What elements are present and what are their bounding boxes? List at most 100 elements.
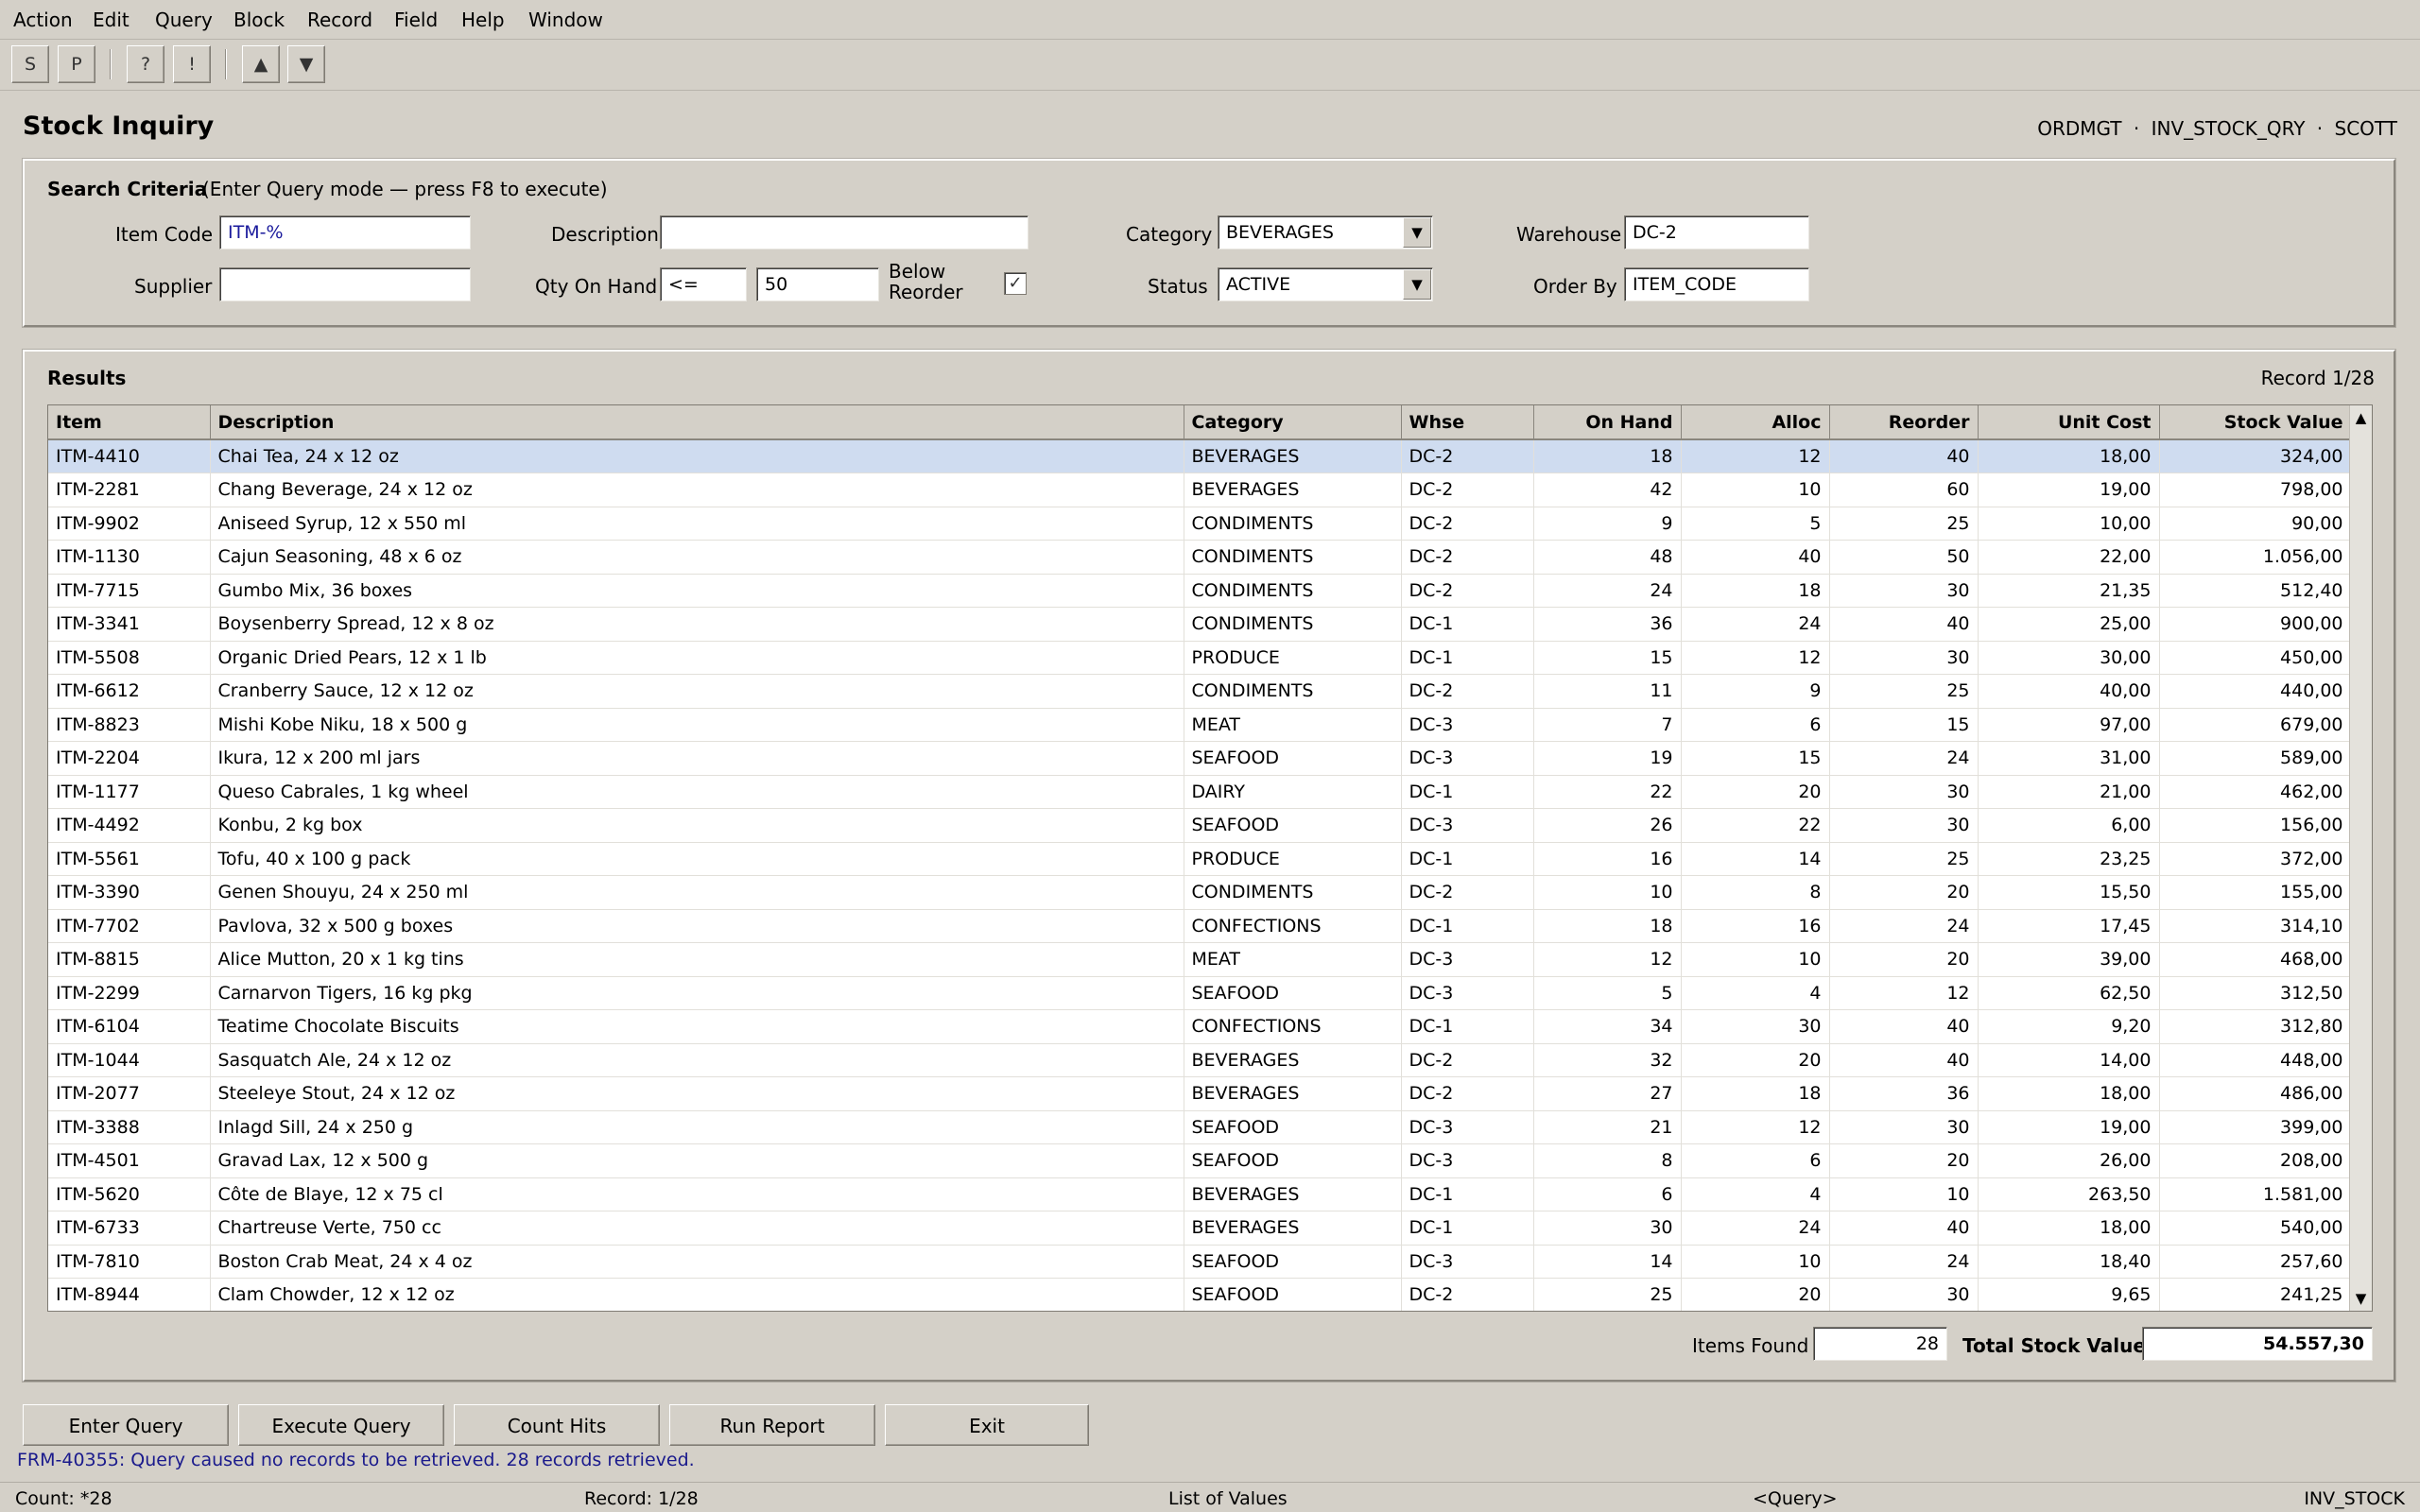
- column-header-stock-value[interactable]: Stock Value: [2159, 405, 2352, 440]
- cell-reorder[interactable]: 36: [1829, 1076, 1979, 1111]
- cell-category[interactable]: DAIRY: [1184, 775, 1402, 809]
- cell-on-hand[interactable]: 26: [1533, 808, 1682, 843]
- cell-whse[interactable]: DC-2: [1401, 1043, 1534, 1077]
- cell-category[interactable]: BEVERAGES: [1184, 1177, 1402, 1211]
- cell-description[interactable]: Pavlova, 32 x 500 g boxes: [210, 909, 1184, 943]
- cell-stock-value[interactable]: 486,00: [2159, 1076, 2352, 1111]
- cell-stock-value[interactable]: 440,00: [2159, 674, 2352, 709]
- menu-help[interactable]: Help: [461, 9, 505, 31]
- table-row[interactable]: ITM-4410 Chai Tea, 24 x 12 oz BEVERAGES DC-…: [48, 439, 2352, 473]
- cell-whse[interactable]: DC-2: [1401, 507, 1534, 541]
- cell-whse[interactable]: DC-1: [1401, 607, 1534, 642]
- cell-unit-cost[interactable]: 62,50: [1978, 976, 2160, 1010]
- cell-category[interactable]: CONDIMENTS: [1184, 607, 1402, 642]
- cell-reorder[interactable]: 30: [1829, 1278, 1979, 1311]
- category-select[interactable]: BEVERAGES ▼: [1218, 215, 1433, 249]
- cell-description[interactable]: Carnarvon Tigers, 16 kg pkg: [210, 976, 1184, 1010]
- cell-whse[interactable]: DC-3: [1401, 942, 1534, 977]
- enter-query-button[interactable]: Enter Query: [23, 1404, 229, 1446]
- cell-description[interactable]: Clam Chowder, 12 x 12 oz: [210, 1278, 1184, 1311]
- cell-stock-value[interactable]: 448,00: [2159, 1043, 2352, 1077]
- cell-alloc[interactable]: 20: [1681, 1043, 1830, 1077]
- cell-item[interactable]: ITM-6104: [48, 1009, 211, 1044]
- cell-on-hand[interactable]: 7: [1533, 708, 1682, 742]
- cell-whse[interactable]: DC-3: [1401, 741, 1534, 776]
- cell-stock-value[interactable]: 241,25: [2159, 1278, 2352, 1311]
- cell-whse[interactable]: DC-2: [1401, 540, 1534, 575]
- menu-edit[interactable]: Edit: [93, 9, 130, 31]
- cell-unit-cost[interactable]: 39,00: [1978, 942, 2160, 977]
- cell-on-hand[interactable]: 14: [1533, 1245, 1682, 1279]
- cell-description[interactable]: Organic Dried Pears, 12 x 1 lb: [210, 641, 1184, 675]
- cell-category[interactable]: CONDIMENTS: [1184, 875, 1402, 910]
- cell-unit-cost[interactable]: 18,00: [1978, 439, 2160, 473]
- cell-alloc[interactable]: 16: [1681, 909, 1830, 943]
- cell-description[interactable]: Queso Cabrales, 1 kg wheel: [210, 775, 1184, 809]
- cell-reorder[interactable]: 24: [1829, 909, 1979, 943]
- cell-alloc[interactable]: 18: [1681, 1076, 1830, 1111]
- cell-unit-cost[interactable]: 17,45: [1978, 909, 2160, 943]
- save-button[interactable]: S: [11, 45, 49, 83]
- cell-unit-cost[interactable]: 30,00: [1978, 641, 2160, 675]
- cell-on-hand[interactable]: 5: [1533, 976, 1682, 1010]
- table-row[interactable]: ITM-6104 Teatime Chocolate Biscuits CONFEC…: [48, 1009, 2352, 1044]
- cell-reorder[interactable]: 25: [1829, 674, 1979, 709]
- cell-unit-cost[interactable]: 263,50: [1978, 1177, 2160, 1211]
- cell-description[interactable]: Inlagd Sill, 24 x 250 g: [210, 1110, 1184, 1144]
- table-row[interactable]: ITM-7715 Gumbo Mix, 36 boxes CONDIMENTS DC-…: [48, 574, 2352, 608]
- cell-reorder[interactable]: 24: [1829, 1245, 1979, 1279]
- cell-on-hand[interactable]: 15: [1533, 641, 1682, 675]
- cell-item[interactable]: ITM-7715: [48, 574, 211, 608]
- cell-reorder[interactable]: 25: [1829, 507, 1979, 541]
- cell-stock-value[interactable]: 324,00: [2159, 439, 2352, 473]
- cell-on-hand[interactable]: 18: [1533, 909, 1682, 943]
- cell-description[interactable]: Boston Crab Meat, 24 x 4 oz: [210, 1245, 1184, 1279]
- cell-stock-value[interactable]: 450,00: [2159, 641, 2352, 675]
- cell-item[interactable]: ITM-7702: [48, 909, 211, 943]
- cell-description[interactable]: Teatime Chocolate Biscuits: [210, 1009, 1184, 1044]
- cell-item[interactable]: ITM-1130: [48, 540, 211, 575]
- menu-record[interactable]: Record: [307, 9, 372, 31]
- cell-unit-cost[interactable]: 25,00: [1978, 607, 2160, 642]
- cell-description[interactable]: Boysenberry Spread, 12 x 8 oz: [210, 607, 1184, 642]
- table-row[interactable]: ITM-1130 Cajun Seasoning, 48 x 6 oz CONDIM…: [48, 540, 2352, 575]
- cell-category[interactable]: PRODUCE: [1184, 842, 1402, 876]
- table-row[interactable]: ITM-2077 Steeleye Stout, 24 x 12 oz BEVERA…: [48, 1076, 2352, 1111]
- cell-item[interactable]: ITM-8944: [48, 1278, 211, 1311]
- table-row[interactable]: ITM-2204 Ikura, 12 x 200 ml jars SEAFOOD DC…: [48, 741, 2352, 776]
- cell-alloc[interactable]: 10: [1681, 1245, 1830, 1279]
- cell-on-hand[interactable]: 6: [1533, 1177, 1682, 1211]
- cell-category[interactable]: MEAT: [1184, 708, 1402, 742]
- cell-alloc[interactable]: 40: [1681, 540, 1830, 575]
- table-row[interactable]: ITM-7702 Pavlova, 32 x 500 g boxes CONFECT…: [48, 909, 2352, 943]
- cell-alloc[interactable]: 6: [1681, 708, 1830, 742]
- cell-description[interactable]: Tofu, 40 x 100 g pack: [210, 842, 1184, 876]
- execute-query-button[interactable]: Execute Query: [238, 1404, 444, 1446]
- column-header-item[interactable]: Item: [48, 405, 211, 440]
- warehouse-field[interactable]: DC-2: [1624, 215, 1809, 249]
- table-row[interactable]: ITM-8944 Clam Chowder, 12 x 12 oz SEAFOOD D…: [48, 1278, 2352, 1311]
- cell-category[interactable]: BEVERAGES: [1184, 439, 1402, 473]
- cell-unit-cost[interactable]: 22,00: [1978, 540, 2160, 575]
- cell-unit-cost[interactable]: 15,50: [1978, 875, 2160, 910]
- supplier-field[interactable]: [219, 267, 471, 301]
- cell-item[interactable]: ITM-4501: [48, 1143, 211, 1178]
- cell-item[interactable]: ITM-9902: [48, 507, 211, 541]
- table-row[interactable]: ITM-3390 Genen Shouyu, 24 x 250 ml CONDIME…: [48, 875, 2352, 910]
- cell-alloc[interactable]: 5: [1681, 507, 1830, 541]
- cell-whse[interactable]: DC-2: [1401, 472, 1534, 507]
- cell-on-hand[interactable]: 19: [1533, 741, 1682, 776]
- cell-alloc[interactable]: 20: [1681, 1278, 1830, 1311]
- cell-description[interactable]: Steeleye Stout, 24 x 12 oz: [210, 1076, 1184, 1111]
- cell-unit-cost[interactable]: 19,00: [1978, 472, 2160, 507]
- cell-on-hand[interactable]: 12: [1533, 942, 1682, 977]
- table-row[interactable]: ITM-4492 Konbu, 2 kg box SEAFOOD DC-3 26 22 30…: [48, 808, 2352, 843]
- cell-stock-value[interactable]: 589,00: [2159, 741, 2352, 776]
- cell-whse[interactable]: DC-2: [1401, 439, 1534, 473]
- cell-whse[interactable]: DC-1: [1401, 641, 1534, 675]
- cell-stock-value[interactable]: 372,00: [2159, 842, 2352, 876]
- cell-description[interactable]: Côte de Blaye, 12 x 75 cl: [210, 1177, 1184, 1211]
- cell-unit-cost[interactable]: 10,00: [1978, 507, 2160, 541]
- cell-whse[interactable]: DC-2: [1401, 574, 1534, 608]
- column-header-alloc[interactable]: Alloc: [1681, 405, 1830, 440]
